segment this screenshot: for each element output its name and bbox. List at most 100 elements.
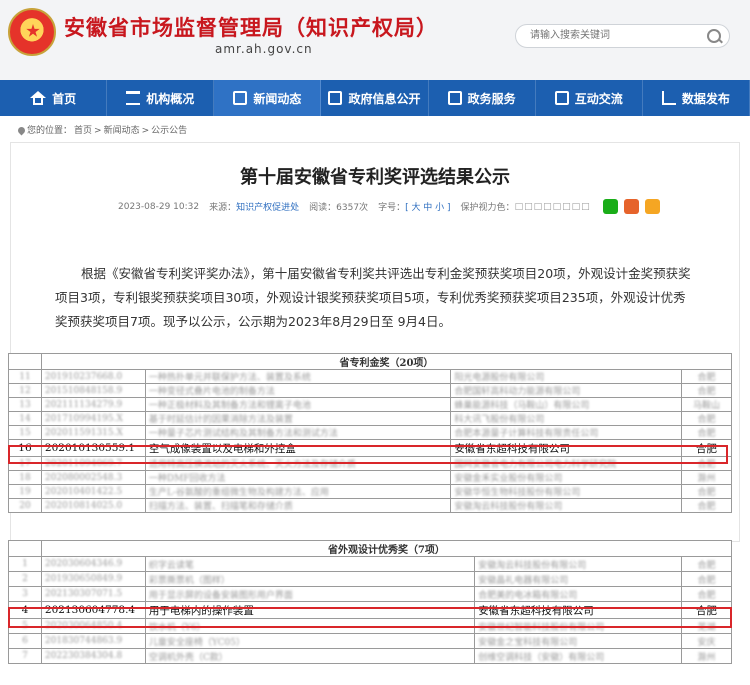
row-number: 12 [8, 383, 42, 398]
breadcrumb: 您的位置： 首页 > 新闻动态 > 公示公告 [16, 123, 189, 136]
home-icon [30, 91, 47, 105]
search-icon[interactable] [707, 29, 721, 43]
design-table-caption: 省外观设计优秀奖（7项） [40, 540, 733, 557]
table-row: 11 201910237668.0 一种热扑单元并联保护方法、装置及系统 阳光电源股份… [8, 369, 732, 384]
patent-name: 一种变径式叠片电池的制备方法 [144, 383, 452, 398]
company-name: 合肥本源量子计算科技有限责任公司 [450, 425, 683, 440]
site-title[interactable]: 安徽省市场监督管理局（知识产权局） [64, 12, 438, 42]
nav-item-home[interactable]: 首页 [0, 80, 108, 116]
row-number: 15 [8, 425, 42, 440]
eye-care-label: 保护视力色： [460, 203, 515, 213]
design-award-table: 省外观设计优秀奖（7项） 1 202030604346.9 织字云读笔 安徽淘云科技股… [8, 540, 733, 664]
patent-number: 201710994195.X [40, 411, 146, 426]
company-name: 安徽金禾实业股份有限公司 [450, 470, 683, 485]
table-row: 5 202030064850.4 饮水机（Y6） 安徽世纪智能科技股份有限公司 芜湖 [8, 618, 732, 634]
company-name: 蜂巢能源科技（马鞍山）有限公司 [450, 397, 683, 412]
nav-label: 新闻动态 [253, 91, 302, 106]
wechat-share-icon[interactable] [602, 199, 618, 214]
news-icon [233, 91, 248, 105]
patent-name: 一种热扑单元并联保护方法、装置及系统 [144, 369, 452, 384]
table-row: 12 201510848158.9 一种变径式叠片电池的制备方法 合肥国轩高科动力能源… [8, 383, 732, 398]
font-size-label: 字号： [378, 203, 406, 213]
patent-number: 202010130559.1 [40, 439, 146, 457]
nav-item-services[interactable]: 政务服务 [429, 80, 536, 116]
table-row: 15 202011591315.X 一种量子芯片测试结构及其制备方法和测试方法 合肥本… [8, 425, 732, 440]
table-row: 13 202111134279.9 一种正极材料及其制备方法和锂离子电池 蜂巢能源科技… [8, 397, 732, 412]
nav-item-gov-info[interactable]: 政府信息公开 [321, 80, 429, 116]
table-row: 6 201830744863.9 儿童安全座椅（YC05） 安徽金之宝科技有限公司 安庆 [8, 633, 732, 649]
company-name: 安徽世纪智能科技股份有限公司 [474, 618, 683, 634]
row-number: 18 [8, 470, 42, 485]
patent-name: 饮水机（Y6） [144, 618, 476, 634]
chat-icon [554, 91, 569, 105]
table-row: 7 202230384304.8 空调机外壳（C款） 创维空调科技（安徽）有限公司 滁州 [8, 648, 732, 664]
patent-number: 202030064850.4 [40, 618, 146, 634]
row-number: 11 [8, 369, 42, 384]
table-row: 20 202010814025.0 扫描方法、装置、扫描笔和存储介质 安徽淘云科技股份… [8, 498, 732, 513]
patent-name: 一种DMF回收方法 [144, 470, 452, 485]
breadcrumb-news[interactable]: 新闻动态 [104, 126, 140, 136]
font-size-options[interactable]: [ 大 中 小 ] [405, 200, 450, 213]
patent-number: 201830744863.9 [40, 633, 146, 649]
city: 滁州 [681, 648, 732, 664]
breadcrumb-home[interactable]: 首页 [74, 126, 92, 136]
row-number: 4 [8, 601, 42, 619]
company-name: 安徽晶礼电器有限公司 [474, 571, 683, 587]
nav-item-data[interactable]: 数据发布 [643, 80, 750, 116]
article-meta: 2023-08-29 10:32 来源： 知识产权促进处 阅读： 6357次 字号：… [118, 199, 660, 214]
table-row: 19 202010401422.5 生产L-谷氨酸的重组微生物及构建方法、应用 安徽华… [8, 484, 732, 499]
article-body: 根据《安徽省专利奖评奖办法》，第十届安徽省专利奖共评选出专利金奖预获奖项目20项… [55, 266, 691, 329]
breadcrumb-prefix: 您的位置： [27, 126, 73, 136]
company-name: 合肥美的电冰箱有限公司 [474, 586, 683, 602]
main-nav: 首页 机构概况 新闻动态 政府信息公开 政务服务 互动交流 数据发布 [0, 80, 750, 116]
row-number: 6 [8, 633, 42, 649]
table-row: 14 201710994195.X 基于时延估计的因果消除方法及装置 科大讯飞股份有限… [8, 411, 732, 426]
gold-award-table: 省专利金奖（20项） 11 201910237668.0 一种热扑单元并联保护方法、… [8, 353, 733, 513]
city: 合肥 [681, 601, 732, 619]
patent-name: 空调机外壳（C款） [144, 648, 476, 664]
nav-item-news[interactable]: 新闻动态 [214, 80, 322, 116]
nav-item-organization[interactable]: 机构概况 [107, 80, 215, 116]
patent-name: 织字云读笔 [144, 556, 476, 572]
nav-item-interaction[interactable]: 互动交流 [536, 80, 643, 116]
city: 合肥 [681, 571, 732, 587]
row-number: 17 [8, 456, 42, 471]
company-name: 国网安徽省电力有限公司电力科学研究院 [450, 456, 683, 471]
row-number: 1 [8, 556, 42, 572]
search-input[interactable] [528, 29, 702, 42]
breadcrumb-separator: > [94, 126, 102, 136]
row-number: 5 [8, 618, 42, 634]
company-name: 安徽华恒生物科技股份有限公司 [450, 484, 683, 499]
patent-number: 202010401422.5 [40, 484, 146, 499]
nav-label: 首页 [52, 91, 77, 106]
patent-number: 202011591315.X [40, 425, 146, 440]
publish-date: 2023-08-29 10:32 [118, 201, 200, 212]
nav-label: 政府信息公开 [348, 91, 421, 106]
patent-number: 202130604778.4 [40, 601, 146, 619]
row-number: 16 [8, 439, 42, 457]
row-number: 14 [8, 411, 42, 426]
weibo-share-icon[interactable] [623, 199, 639, 214]
search-box[interactable] [515, 24, 730, 48]
company-name: 安徽省东超科技有限公司 [450, 439, 683, 457]
patent-number: 202080002548.3 [40, 470, 146, 485]
company-name: 安徽淘云科技股份有限公司 [474, 556, 683, 572]
city: 合肥 [681, 439, 732, 457]
city: 合肥 [681, 383, 732, 398]
company-name: 创维空调科技（安徽）有限公司 [474, 648, 683, 664]
patent-number: 201910237668.0 [40, 369, 146, 384]
city: 合肥 [681, 556, 732, 572]
breadcrumb-announcements[interactable]: 公示公告 [151, 126, 187, 136]
source-label: 来源： [209, 203, 237, 213]
patent-name: 用于显示屏的设备安装图形用户界面 [144, 586, 476, 602]
company-name: 安徽淘云科技股份有限公司 [450, 498, 683, 513]
qzone-share-icon[interactable] [644, 199, 660, 214]
patent-number: 202130307071.5 [40, 586, 146, 602]
patent-name: 用于电梯内的操作装置 [144, 601, 476, 619]
patent-name: 一种正极材料及其制备方法和锂离子电池 [144, 397, 452, 412]
city: 马鞍山 [681, 397, 732, 412]
patent-number: 201510848158.9 [40, 383, 146, 398]
row-number: 13 [8, 397, 42, 412]
eye-care-swatches[interactable]: □□□□□□□□ [515, 202, 591, 212]
table-row: 17 202011094069.7 适用特高压换流站的灭火系统、灭火方法及存储介质国… [8, 456, 732, 471]
